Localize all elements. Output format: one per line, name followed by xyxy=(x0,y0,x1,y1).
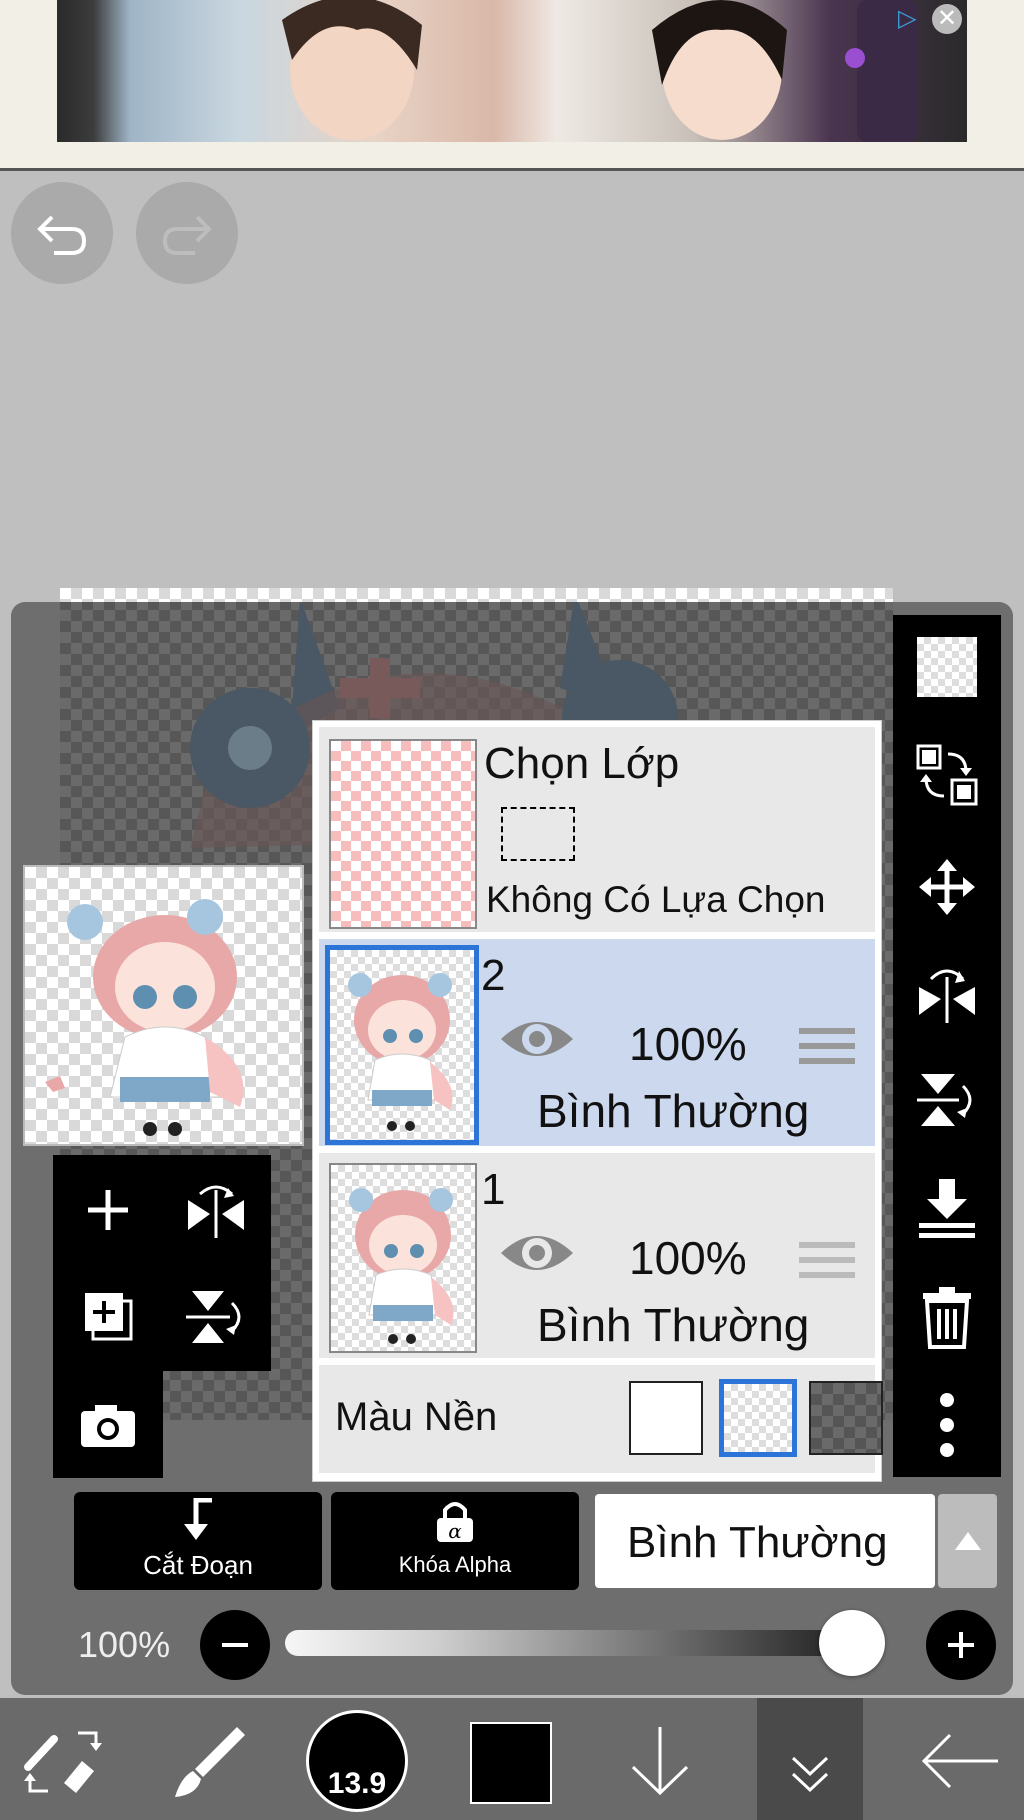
more-options-button[interactable] xyxy=(912,1390,982,1460)
canvas-top-strip xyxy=(60,588,893,602)
ad-choices-icon[interactable]: ▷ xyxy=(898,4,926,34)
arrow-left-icon xyxy=(921,1733,998,1788)
camera-icon xyxy=(81,1405,135,1447)
trash-icon xyxy=(923,1287,971,1349)
blend-mode-value: Bình Thường xyxy=(627,1518,888,1567)
flip-vertical-button[interactable] xyxy=(180,1282,252,1352)
alpha-lock-label: Khóa Alpha xyxy=(398,1552,512,1577)
transparency-button[interactable] xyxy=(915,635,979,699)
clipping-button[interactable]: Cắt Đoạn xyxy=(74,1492,322,1590)
plus-icon xyxy=(948,1632,974,1658)
brush-tool-button[interactable] xyxy=(165,1718,255,1803)
layer-1-thumbnail xyxy=(329,1163,477,1353)
opacity-slider-thumb[interactable] xyxy=(819,1610,885,1676)
clipping-label: Cắt Đoạn xyxy=(143,1550,253,1580)
opacity-decrease-button[interactable] xyxy=(200,1610,270,1680)
selection-layer-status: Không Có Lựa Chọn xyxy=(486,879,826,920)
redo-button[interactable] xyxy=(136,182,238,284)
brush-eraser-swap-icon xyxy=(24,1731,102,1793)
flip-layer-vertical-button[interactable] xyxy=(912,1065,982,1135)
svg-text:α: α xyxy=(448,1519,462,1543)
layer-1-opacity: 100% xyxy=(629,1232,747,1284)
layer-2-blend-mode: Bình Thường xyxy=(537,1085,810,1137)
blend-mode-dropdown-button[interactable] xyxy=(938,1494,997,1588)
merge-down-icon xyxy=(919,1179,975,1238)
undo-button[interactable] xyxy=(11,182,113,284)
flip-horizontal-icon xyxy=(188,1185,244,1238)
layer-1-blend-mode: Bình Thường xyxy=(537,1299,810,1351)
arrow-down-icon xyxy=(631,1726,689,1795)
brush-size-value: 13.9 xyxy=(327,1767,387,1800)
layers-panel-toggle-button[interactable] xyxy=(757,1698,863,1820)
add-layer-button[interactable] xyxy=(73,1180,143,1240)
background-color-label: Màu Nền xyxy=(335,1395,498,1439)
selection-layer-row[interactable]: Chọn Lớp Không Có Lựa Chọn xyxy=(319,727,875,932)
flip-layer-horizontal-button[interactable] xyxy=(912,958,982,1028)
layer-row-1[interactable]: 1 100% Bình Thường xyxy=(319,1153,875,1358)
undo-icon xyxy=(37,215,87,255)
background-color-row: Màu Nền xyxy=(319,1365,883,1473)
delete-layer-button[interactable] xyxy=(912,1282,982,1352)
selection-layer-thumbnail xyxy=(329,739,477,929)
move-down-button[interactable] xyxy=(620,1718,700,1803)
brush-eraser-swap-button[interactable] xyxy=(18,1718,108,1803)
layer-2-visibility-eye-icon[interactable] xyxy=(497,1009,577,1069)
background-white-swatch[interactable] xyxy=(629,1381,703,1455)
plus-icon xyxy=(88,1190,128,1230)
opacity-increase-button[interactable] xyxy=(926,1610,996,1680)
minus-icon xyxy=(222,1643,248,1647)
swap-layer-icon xyxy=(916,744,978,806)
move-layer-swap-button[interactable] xyxy=(912,740,982,810)
layer-1-drag-handle-icon[interactable] xyxy=(799,1238,855,1282)
back-button[interactable] xyxy=(915,1718,1005,1803)
brush-size-button[interactable]: 13.9 xyxy=(306,1710,408,1812)
duplicate-icon xyxy=(85,1293,133,1341)
color-swatch-button[interactable] xyxy=(470,1722,552,1804)
checkerboard-icon xyxy=(917,637,977,697)
duplicate-layer-button[interactable] xyxy=(73,1285,143,1345)
ad-photo-illustration xyxy=(282,0,917,142)
character-drawing xyxy=(45,899,244,1136)
layer-opacity-label: 100% xyxy=(78,1624,171,1665)
opacity-slider-track[interactable] xyxy=(285,1630,885,1656)
layer-2-artwork xyxy=(348,973,453,1131)
ad-banner-area: ▷ ✕ xyxy=(0,0,1024,171)
layer-2-drag-handle-icon[interactable] xyxy=(799,1024,855,1068)
selection-layer-title: Chọn Lớp xyxy=(484,739,680,788)
flip-horizontal-button[interactable] xyxy=(180,1175,252,1245)
layer-1-visibility-eye-icon[interactable] xyxy=(497,1223,577,1283)
layer-1-name: 1 xyxy=(481,1165,506,1214)
move-icon xyxy=(919,859,975,915)
layer-row-2[interactable]: 2 100% Bình Thường xyxy=(319,939,875,1146)
alpha-lock-button[interactable]: α Khóa Alpha xyxy=(331,1492,579,1590)
layers-list: Chọn Lớp Không Có Lựa Chọn 2 100% Bình T xyxy=(312,720,883,1482)
merge-down-button[interactable] xyxy=(912,1172,982,1242)
layer-2-name: 2 xyxy=(481,951,506,1000)
background-transparent-swatch[interactable] xyxy=(719,1379,797,1457)
flip-vertical-icon xyxy=(917,1074,972,1126)
blend-mode-select[interactable]: Bình Thường xyxy=(595,1494,935,1588)
layer-1-artwork xyxy=(349,1188,454,1344)
background-dark-swatch[interactable] xyxy=(809,1381,883,1455)
camera-button[interactable] xyxy=(73,1395,143,1455)
redo-icon xyxy=(162,215,212,255)
layer-2-opacity: 100% xyxy=(629,1018,747,1070)
flip-vertical-icon xyxy=(186,1291,241,1343)
layer-2-thumbnail xyxy=(325,945,479,1145)
brush-icon xyxy=(175,1726,245,1797)
triangle-up-icon xyxy=(955,1532,981,1550)
clipping-arrow-icon xyxy=(184,1498,212,1540)
layer-thumbnail-preview xyxy=(23,865,304,1146)
double-chevron-down-icon xyxy=(791,1756,829,1793)
more-vertical-icon xyxy=(940,1393,954,1457)
selection-marquee-icon xyxy=(501,807,575,861)
lock-icon: α xyxy=(437,1502,473,1543)
flip-horizontal-icon xyxy=(919,969,975,1023)
ad-close-icon[interactable]: ✕ xyxy=(932,4,962,34)
move-button[interactable] xyxy=(912,852,982,922)
ad-image[interactable] xyxy=(57,0,967,142)
